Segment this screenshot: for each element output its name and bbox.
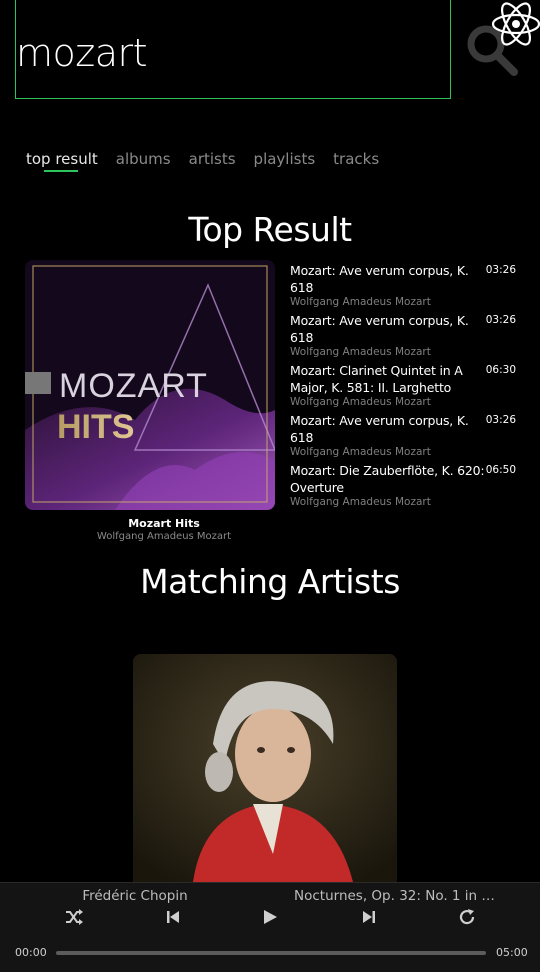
track-time: 03:26 [485,314,516,326]
track-artist: Wolfgang Amadeus Mozart [290,396,431,408]
track-time: 03:26 [485,264,516,276]
tab-tracks[interactable]: tracks [333,150,379,176]
search-box [15,0,451,99]
track-name: Mozart: Die Zauberflöte, K. 620: Overtur… [290,463,485,495]
artist-portrait [133,654,397,882]
track-artist: Wolfgang Amadeus Mozart [290,496,431,508]
now-playing-artist[interactable]: Frédéric Chopin [55,888,215,904]
track-artist: Wolfgang Amadeus Mozart [290,296,431,308]
tab-playlists[interactable]: playlists [254,150,316,176]
tab-albums[interactable]: albums [116,150,171,176]
album-title[interactable]: Mozart Hits [25,517,303,530]
repeat-icon[interactable] [456,907,478,927]
skip-previous-icon[interactable] [162,907,184,927]
track-name: Mozart: Ave verum corpus, K. 618 [290,263,469,295]
track-artist: Wolfgang Amadeus Mozart [290,446,431,458]
skip-next-icon[interactable] [358,907,380,927]
tab-top-result[interactable]: top result [26,150,98,176]
time-current: 00:00 [15,946,47,959]
track-time: 06:30 [485,364,516,376]
top-result-heading: Top Result [188,210,352,249]
search-tabs: top result albums artists playlists trac… [26,150,397,176]
album-artist[interactable]: Wolfgang Amadeus Mozart [25,531,303,542]
track-item[interactable]: Mozart: Die Zauberflöte, K. 620: Overtur… [290,462,522,509]
track-item[interactable]: Mozart: Clarinet Quintet in A Major, K. … [290,362,522,409]
shuffle-icon[interactable] [63,907,85,927]
play-icon[interactable] [259,907,281,927]
track-time: 03:26 [485,414,516,426]
track-artist: Wolfgang Amadeus Mozart [290,346,431,358]
track-name: Mozart: Ave verum corpus, K. 618 [290,313,469,345]
now-playing-track[interactable]: Nocturnes, Op. 32: No. 1 in B Major [294,888,502,904]
track-time: 06:50 [485,464,516,476]
track-item[interactable]: Mozart: Ave verum corpus, K. 618 03:26 W… [290,412,522,459]
player-bar: Frédéric Chopin Nocturnes, Op. 32: No. 1… [0,882,540,972]
react-icon[interactable] [490,0,540,50]
progress-bar[interactable] [56,951,486,955]
tab-artists[interactable]: artists [189,150,236,176]
track-name: Mozart: Clarinet Quintet in A Major, K. … [290,363,463,395]
album-cover-text-2: HITS [57,408,134,446]
album-cover[interactable]: MOZART HITS [25,260,275,510]
time-total: 05:00 [496,946,528,959]
artist-card[interactable] [133,654,397,882]
album-cover-text-1: MOZART [59,367,208,405]
matching-artists-heading: Matching Artists [140,562,400,601]
track-item[interactable]: Mozart: Ave verum corpus, K. 618 03:26 W… [290,262,522,309]
track-item[interactable]: Mozart: Ave verum corpus, K. 618 03:26 W… [290,312,522,359]
track-name: Mozart: Ave verum corpus, K. 618 [290,413,469,445]
search-input[interactable] [16,28,450,78]
